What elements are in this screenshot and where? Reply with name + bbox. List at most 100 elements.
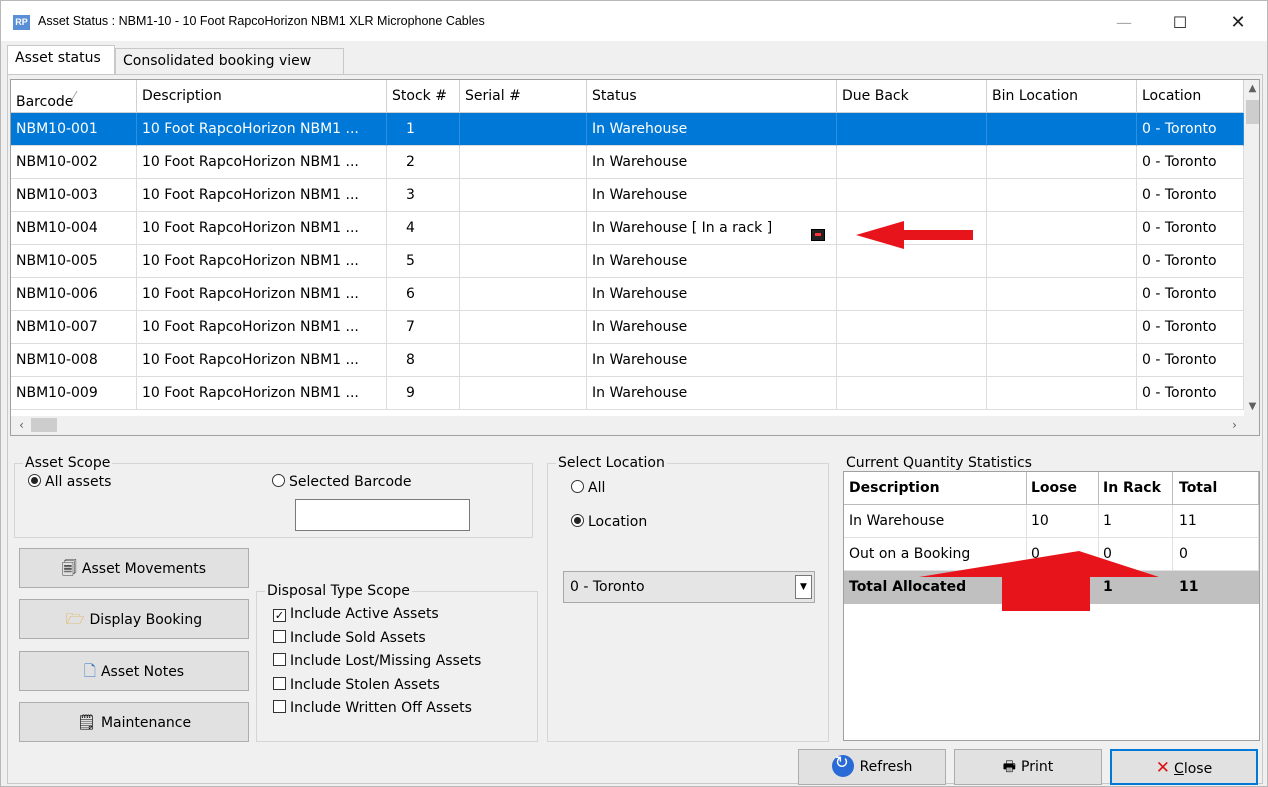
checkbox-unchecked-icon[interactable]	[273, 700, 286, 713]
cell-due-back[interactable]	[837, 113, 987, 146]
vertical-scrollbar[interactable]: ▲ ▼	[1244, 80, 1259, 416]
tab-consolidated-booking-view[interactable]: Consolidated booking view	[115, 48, 344, 74]
table-row[interactable]: NBM10-007 10 Foot RapcoHorizon NBM1 ... 7 I…	[11, 311, 1244, 344]
col-header-due-back[interactable]: Due Back	[837, 80, 987, 113]
cell-bin-location[interactable]	[987, 377, 1137, 410]
checkbox-unchecked-icon[interactable]	[273, 653, 286, 666]
table-row[interactable]: NBM10-008 10 Foot RapcoHorizon NBM1 ... 8 I…	[11, 344, 1244, 377]
table-row[interactable]: NBM10-003 10 Foot RapcoHorizon NBM1 ... 3 I…	[11, 179, 1244, 212]
disposal-checkbox[interactable]: ✓ Include Active Assets	[273, 606, 439, 622]
cell-location[interactable]: 0 - Toronto	[1137, 311, 1244, 344]
cell-status[interactable]: In Warehouse	[587, 344, 837, 377]
all-assets-radio[interactable]: All assets	[28, 474, 111, 490]
cell-stock[interactable]: 2	[387, 146, 460, 179]
cell-serial[interactable]	[460, 377, 587, 410]
cell-barcode[interactable]: NBM10-005	[11, 245, 137, 278]
cell-location[interactable]: 0 - Toronto	[1137, 344, 1244, 377]
cell-bin-location[interactable]	[987, 179, 1137, 212]
col-header-description[interactable]: Description	[137, 80, 387, 113]
cell-due-back[interactable]	[837, 146, 987, 179]
window-close-button[interactable]: ✕	[1215, 9, 1261, 37]
cell-bin-location[interactable]	[987, 278, 1137, 311]
disposal-checkbox[interactable]: Include Stolen Assets	[273, 676, 440, 693]
table-row[interactable]: NBM10-004 10 Foot RapcoHorizon NBM1 ... 4 I…	[11, 212, 1244, 245]
table-row[interactable]: NBM10-002 10 Foot RapcoHorizon NBM1 ... 2 I…	[11, 146, 1244, 179]
refresh-button[interactable]: Refresh	[798, 749, 946, 785]
display-booking-button[interactable]: 🗁 Display Booking	[19, 599, 249, 639]
cell-stock[interactable]: 5	[387, 245, 460, 278]
cell-serial[interactable]	[460, 212, 587, 245]
cell-description[interactable]: 10 Foot RapcoHorizon NBM1 ...	[137, 278, 387, 311]
cell-bin-location[interactable]	[987, 245, 1137, 278]
horizontal-scrollbar[interactable]: ‹ ›	[11, 416, 1259, 435]
cell-barcode[interactable]: NBM10-004	[11, 212, 137, 245]
cell-serial[interactable]	[460, 179, 587, 212]
table-row[interactable]: NBM10-006 10 Foot RapcoHorizon NBM1 ... 6 I…	[11, 278, 1244, 311]
cell-serial[interactable]	[460, 278, 587, 311]
hscroll-thumb[interactable]	[31, 418, 57, 432]
cell-location[interactable]: 0 - Toronto	[1137, 278, 1244, 311]
cell-barcode[interactable]: NBM10-001	[11, 113, 137, 146]
checkbox-unchecked-icon[interactable]	[273, 629, 286, 643]
cell-status[interactable]: In Warehouse	[587, 311, 837, 344]
location-all-radio[interactable]: All	[571, 480, 605, 496]
cell-location[interactable]: 0 - Toronto	[1137, 377, 1244, 410]
cell-bin-location[interactable]	[987, 113, 1137, 146]
cell-bin-location[interactable]	[987, 212, 1137, 245]
asset-grid[interactable]: Barcode⁄ Description Stock # Serial # St…	[10, 79, 1260, 436]
cell-location[interactable]: 0 - Toronto	[1137, 146, 1244, 179]
cell-status[interactable]: In Warehouse	[587, 179, 837, 212]
cell-status[interactable]: In Warehouse	[587, 113, 837, 146]
table-row[interactable]: NBM10-009 10 Foot RapcoHorizon NBM1 ... 9 I…	[11, 377, 1244, 410]
cell-barcode[interactable]: NBM10-009	[11, 377, 137, 410]
maintenance-button[interactable]: 🗒 Maintenance	[19, 702, 249, 742]
cell-barcode[interactable]: NBM10-008	[11, 344, 137, 377]
cell-description[interactable]: 10 Foot RapcoHorizon NBM1 ...	[137, 344, 387, 377]
cell-location[interactable]: 0 - Toronto	[1137, 113, 1244, 146]
cell-due-back[interactable]	[837, 179, 987, 212]
col-header-stock[interactable]: Stock #	[387, 80, 460, 113]
print-button[interactable]: 🖶 Print	[954, 749, 1102, 785]
tab-asset-status[interactable]: Asset status	[7, 45, 115, 75]
cell-bin-location[interactable]	[987, 311, 1137, 344]
table-row[interactable]: NBM10-005 10 Foot RapcoHorizon NBM1 ... 5 I…	[11, 245, 1244, 278]
rack-icon[interactable]	[811, 229, 825, 241]
close-button[interactable]: ✕ Close	[1110, 749, 1258, 785]
cell-due-back[interactable]	[837, 311, 987, 344]
scroll-up-icon[interactable]: ▲	[1244, 80, 1259, 97]
cell-description[interactable]: 10 Foot RapcoHorizon NBM1 ...	[137, 311, 387, 344]
cell-stock[interactable]: 1	[387, 113, 460, 146]
cell-status[interactable]: In Warehouse	[587, 278, 837, 311]
cell-barcode[interactable]: NBM10-007	[11, 311, 137, 344]
cell-due-back[interactable]	[837, 377, 987, 410]
title-bar[interactable]: RP Asset Status : NBM1-10 - 10 Foot Rapc…	[1, 1, 1267, 41]
col-header-bin-location[interactable]: Bin Location	[987, 80, 1137, 113]
cell-description[interactable]: 10 Foot RapcoHorizon NBM1 ...	[137, 377, 387, 410]
col-header-barcode[interactable]: Barcode⁄	[11, 80, 137, 113]
cell-stock[interactable]: 4	[387, 212, 460, 245]
cell-serial[interactable]	[460, 344, 587, 377]
location-specific-radio[interactable]: Location	[571, 514, 647, 530]
cell-serial[interactable]	[460, 245, 587, 278]
cell-status[interactable]: In Warehouse [ In a rack ]	[587, 212, 837, 245]
cell-description[interactable]: 10 Foot RapcoHorizon NBM1 ...	[137, 245, 387, 278]
asset-movements-button[interactable]: 🗐 Asset Movements	[19, 548, 249, 588]
cell-description[interactable]: 10 Foot RapcoHorizon NBM1 ...	[137, 212, 387, 245]
scroll-right-icon[interactable]: ›	[1226, 417, 1243, 434]
cell-stock[interactable]: 9	[387, 377, 460, 410]
scroll-thumb[interactable]	[1246, 100, 1259, 124]
cell-status[interactable]: In Warehouse	[587, 146, 837, 179]
selected-barcode-radio[interactable]: Selected Barcode	[272, 474, 412, 490]
cell-stock[interactable]: 6	[387, 278, 460, 311]
asset-notes-button[interactable]: 🗋 Asset Notes	[19, 651, 249, 691]
cell-serial[interactable]	[460, 146, 587, 179]
cell-location[interactable]: 0 - Toronto	[1137, 245, 1244, 278]
maximize-button[interactable]: ☐	[1157, 9, 1203, 37]
disposal-checkbox[interactable]: Include Written Off Assets	[273, 700, 472, 716]
cell-status[interactable]: In Warehouse	[587, 377, 837, 410]
scroll-down-icon[interactable]: ▼	[1244, 398, 1259, 415]
minimize-button[interactable]: —	[1101, 9, 1147, 37]
disposal-checkbox[interactable]: Include Sold Assets	[273, 629, 426, 646]
cell-stock[interactable]: 3	[387, 179, 460, 212]
table-row[interactable]: NBM10-001 10 Foot RapcoHorizon NBM1 ... 1 I…	[11, 113, 1244, 146]
